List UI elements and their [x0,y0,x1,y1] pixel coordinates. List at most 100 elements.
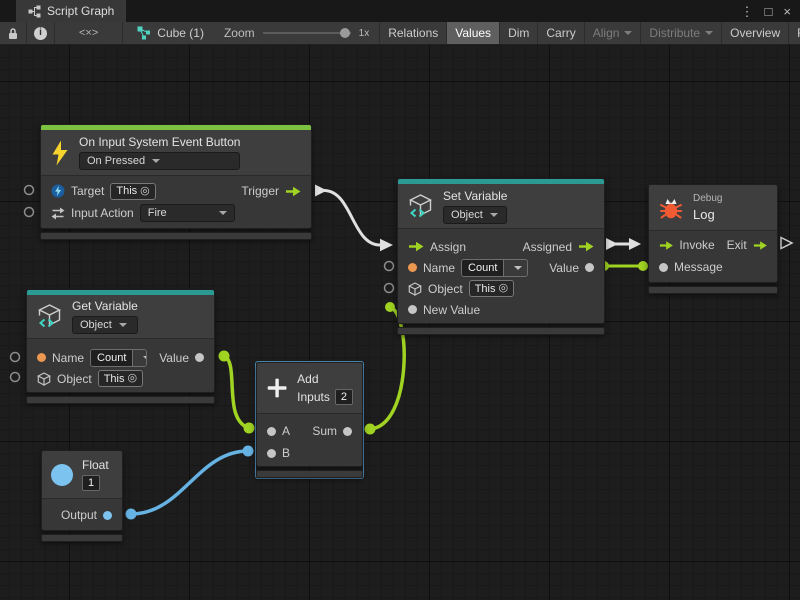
info-icon: i [34,27,47,40]
object-label: Object [57,372,92,386]
b-port-dot[interactable] [267,449,276,458]
node-title: Get Variable [72,299,138,313]
node-debug-log[interactable]: Debug Log Invoke Exit Message [648,184,778,294]
lock-icon [7,27,19,40]
invoke-port-row: Invoke Exit [649,234,777,256]
node-title: Add [297,372,353,386]
a-port-dot[interactable] [267,427,276,436]
chevron-down-icon [152,159,160,163]
name-port-row: Name Count Value [398,257,604,278]
invoke-label: Invoke [679,238,714,252]
info-button[interactable]: i [27,22,55,44]
output-port-dot[interactable] [103,511,112,520]
graph-owner-label: Cube (1) [157,26,204,40]
new-value-label: New Value [423,303,480,317]
float-value-field[interactable]: 1 [82,475,100,491]
message-port-row: Message [649,256,777,278]
event-mode-dropdown[interactable]: On Pressed [79,152,240,170]
target-icon: ◎ [127,373,137,384]
control-port-arrow-icon[interactable] [753,240,767,251]
message-port-dot[interactable] [659,263,668,272]
output-port-row: Output [42,504,122,526]
string-port-dot[interactable] [37,353,46,362]
variable-name-dropdown[interactable]: Count [90,349,147,367]
carry-label: Carry [546,26,575,40]
input-action-label: Input Action [71,206,134,220]
align-dropdown[interactable]: Align [585,22,642,44]
input-action-dropdown[interactable]: Fire [140,204,235,222]
zoom-slider-handle[interactable] [340,28,350,38]
new-value-port-dot[interactable] [408,305,417,314]
zoom-slider[interactable] [263,32,351,34]
value-label: Value [159,351,189,365]
object-picker[interactable]: This ◎ [98,370,143,387]
window-controls: ⋮ □ × [741,0,800,22]
dim-button[interactable]: Dim [500,22,538,44]
graph-owner-breadcrumb[interactable]: Cube (1) [123,22,214,44]
variable-kind-dropdown[interactable]: Object [72,316,138,334]
distribute-dropdown[interactable]: Distribute [641,22,722,44]
object-label: Object [428,282,463,296]
tab-script-graph[interactable]: Script Graph [16,0,126,22]
control-port-arrow-icon[interactable] [285,186,301,197]
bug-icon [658,195,684,221]
string-port-dot[interactable] [408,263,417,272]
b-label: B [282,446,290,460]
node-add[interactable]: Add Inputs 2 A Sum B [256,362,363,478]
relations-button[interactable]: Relations [380,22,447,44]
inputs-count-field[interactable]: 2 [335,389,353,405]
b-port-row: B [257,442,362,464]
sum-port-dot[interactable] [343,427,352,436]
node-get-variable[interactable]: Get Variable Object Name Count Value [26,289,215,404]
values-label: Values [455,26,491,40]
node-footer [397,327,605,335]
node-set-variable[interactable]: Set Variable Object Assign Assigned [397,178,605,335]
value-port-dot[interactable] [585,263,594,272]
overview-button[interactable]: Overview [722,22,789,44]
full-screen-button[interactable]: Full Screen [789,22,800,44]
node-float-literal[interactable]: Float 1 Output [41,450,123,542]
control-port-arrow-icon[interactable] [578,241,594,252]
variable-name-value: Count [462,260,503,276]
menu-icon[interactable]: ⋮ [741,5,754,18]
node-on-input-system-event[interactable]: On Input System Event Button On Pressed … [40,124,312,240]
value-port-dot[interactable] [195,353,204,362]
name-label: Name [423,261,455,275]
control-port-arrow-icon[interactable] [408,241,424,252]
code-preview-button[interactable]: <×> [55,22,123,44]
target-icon: ◎ [140,186,150,197]
values-button[interactable]: Values [447,22,500,44]
variable-kind-value: Object [80,319,112,331]
graph-toolbar: i <×> Cube (1) Zoom 1x Relations Values … [0,22,800,45]
close-icon[interactable]: × [783,5,791,18]
control-port-arrow-icon[interactable] [659,240,673,251]
object-port-row: Object This ◎ [398,278,604,299]
object-value: This [104,373,125,385]
object-picker[interactable]: This ◎ [469,280,514,297]
value-label: Value [549,261,579,275]
float-type-icon [51,464,73,486]
node-footer [648,286,778,294]
tab-title: Script Graph [47,4,114,18]
exit-label: Exit [727,238,747,252]
assign-label: Assign [430,240,466,254]
chevron-down-icon [624,31,632,35]
maximize-icon[interactable]: □ [765,5,773,18]
align-label: Align [593,26,620,40]
chevron-down-icon [503,260,527,276]
dim-label: Dim [508,26,529,40]
node-category: Debug [693,193,722,204]
chevron-down-icon [219,211,227,215]
node-footer [41,534,123,542]
target-object-picker[interactable]: This ◎ [110,183,155,200]
code-icon: <×> [79,27,98,39]
target-icon: ◎ [498,283,508,294]
variable-kind-dropdown[interactable]: Object [443,206,507,224]
name-label: Name [52,351,84,365]
target-label: Target [71,184,104,198]
lock-button[interactable] [0,22,27,44]
variable-name-dropdown[interactable]: Count [461,259,528,277]
carry-button[interactable]: Carry [538,22,584,44]
lightning-icon [50,140,70,166]
target-port-row: Target This ◎ Trigger [41,180,311,202]
